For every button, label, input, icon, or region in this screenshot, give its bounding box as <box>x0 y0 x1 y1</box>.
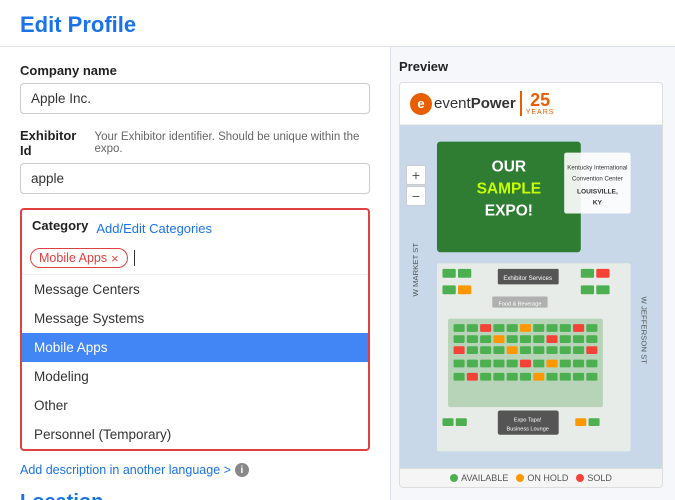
preview-header: e eventPower 25 YEARS <box>400 83 662 125</box>
zoom-in-button[interactable]: + <box>406 165 426 185</box>
logo-event-text: event <box>434 95 471 112</box>
map-zoom-controls: + − <box>406 165 426 206</box>
svg-text:EXPO!: EXPO! <box>485 203 533 220</box>
eventpower-logo: e eventPower 25 YEARS <box>410 91 554 116</box>
add-description-text: Add description in another language > <box>20 463 231 477</box>
dropdown-item-message-systems[interactable]: Message Systems <box>22 304 368 333</box>
legend-bar: AVAILABLE ON HOLD SOLD <box>400 468 662 487</box>
tag-label: Mobile Apps <box>39 251 107 265</box>
legend-item-available: AVAILABLE <box>450 473 508 483</box>
logo-years-label: YEARS <box>526 109 555 116</box>
dropdown-item-mobile-apps[interactable]: Mobile Apps <box>22 333 368 362</box>
page-header: Edit Profile <box>0 0 675 47</box>
svg-text:OUR: OUR <box>492 158 526 175</box>
category-dropdown-list: Message Centers Message Systems Mobile A… <box>22 275 368 449</box>
company-name-input[interactable] <box>20 83 370 114</box>
preview-box: e eventPower 25 YEARS + − <box>399 82 663 488</box>
svg-text:LOUISVILLE,: LOUISVILLE, <box>577 189 618 196</box>
right-panel: Preview e eventPower 25 YEARS <box>390 47 675 500</box>
svg-text:W MARKET ST: W MARKET ST <box>411 243 420 297</box>
page-title: Edit Profile <box>20 12 655 38</box>
dropdown-item-modeling[interactable]: Modeling <box>22 362 368 391</box>
available-label: AVAILABLE <box>461 473 508 483</box>
svg-text:Food & Beverage: Food & Beverage <box>498 301 541 307</box>
info-icon: i <box>235 463 249 477</box>
add-description-link[interactable]: Add description in another language > i <box>20 463 249 477</box>
category-cursor <box>134 250 135 266</box>
page-wrapper: Edit Profile Company name Exhibitor Id Y… <box>0 0 675 500</box>
logo-e-icon: e <box>410 93 432 115</box>
legend-item-sold: SOLD <box>576 473 612 483</box>
svg-text:Convention Center: Convention Center <box>572 175 623 182</box>
add-edit-categories-link[interactable]: Add/Edit Categories <box>96 221 212 236</box>
exhibitor-id-label: Exhibitor Id <box>20 128 87 158</box>
logo-text: eventPower <box>434 95 516 112</box>
svg-text:Exhibitor Services: Exhibitor Services <box>503 275 552 282</box>
map-svg: W MARKET ST W JEFFERSON ST OUR SAMPLE EX… <box>400 125 662 468</box>
on-hold-label: ON HOLD <box>527 473 568 483</box>
svg-text:KY: KY <box>593 200 603 207</box>
svg-text:Business Lounge: Business Lounge <box>507 426 549 432</box>
zoom-out-button[interactable]: − <box>406 186 426 206</box>
company-name-field-group: Company name <box>20 63 370 114</box>
svg-text:Expo Tapa!: Expo Tapa! <box>514 418 542 424</box>
content-area: Company name Exhibitor Id Your Exhibitor… <box>0 47 675 500</box>
dropdown-item-other[interactable]: Other <box>22 391 368 420</box>
logo-years: 25 YEARS <box>520 91 555 116</box>
sold-label: SOLD <box>587 473 612 483</box>
exhibitor-id-hint: Your Exhibitor identifier. Should be uni… <box>95 131 371 155</box>
category-label: Category <box>32 218 88 233</box>
location-label: Location <box>20 491 370 500</box>
exhibitor-id-field-group: Exhibitor Id Your Exhibitor identifier. … <box>20 128 370 194</box>
tag-close-mobile-apps[interactable]: × <box>111 252 119 265</box>
available-dot <box>450 474 458 482</box>
left-panel: Company name Exhibitor Id Your Exhibitor… <box>0 47 390 500</box>
legend-item-on-hold: ON HOLD <box>516 473 568 483</box>
preview-label: Preview <box>399 59 663 74</box>
exhibitor-id-input[interactable] <box>20 163 370 194</box>
exhibitor-id-label-row: Exhibitor Id Your Exhibitor identifier. … <box>20 128 370 158</box>
dropdown-item-personnel-temporary[interactable]: Personnel (Temporary) <box>22 420 368 449</box>
on-hold-dot <box>516 474 524 482</box>
logo-power-text: Power <box>471 95 516 112</box>
logo-years-number: 25 <box>530 91 550 109</box>
category-section: Category Add/Edit Categories Mobile Apps… <box>20 208 370 451</box>
category-tag-mobile-apps: Mobile Apps × <box>30 248 128 268</box>
location-section: Location Country United States Canada Un… <box>20 491 370 500</box>
svg-text:SAMPLE: SAMPLE <box>477 181 542 198</box>
company-name-label: Company name <box>20 63 370 78</box>
svg-text:Kentucky International: Kentucky International <box>567 164 627 171</box>
sold-dot <box>576 474 584 482</box>
svg-text:W JEFFERSON ST: W JEFFERSON ST <box>640 297 649 365</box>
dropdown-item-message-centers[interactable]: Message Centers <box>22 275 368 304</box>
map-area: + − W MARKET ST W JEFFERSON ST OUR SAMPL <box>400 125 662 468</box>
category-header: Category Add/Edit Categories <box>22 210 368 238</box>
category-input-row[interactable]: Mobile Apps × <box>22 244 368 275</box>
